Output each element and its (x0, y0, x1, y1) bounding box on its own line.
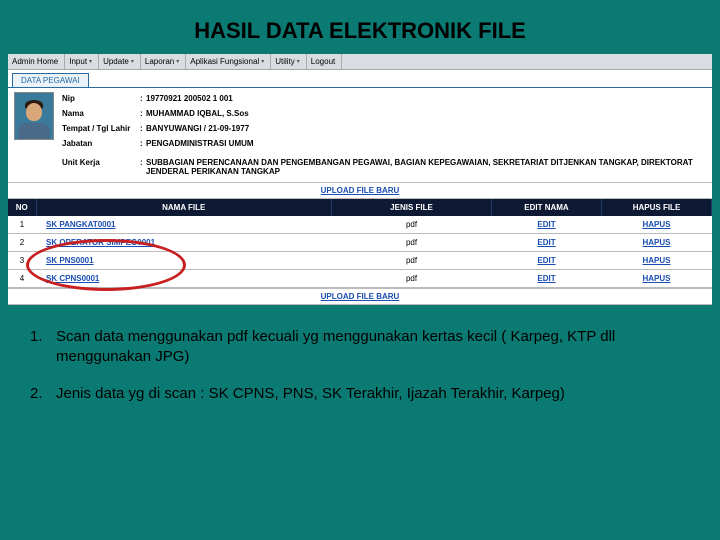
label-unit-kerja: Unit Kerja (62, 158, 140, 176)
slide-title: HASIL DATA ELEKTRONIK FILE (0, 0, 720, 54)
th-no: NO (8, 199, 36, 216)
cell-no: 1 (8, 216, 36, 234)
cell-jenis-file: pdf (332, 252, 492, 270)
chevron-down-icon: ▾ (176, 58, 179, 65)
chevron-down-icon: ▾ (131, 58, 134, 65)
avatar (14, 92, 54, 140)
chevron-down-icon: ▾ (297, 58, 300, 65)
upload-file-bar-top: UPLOAD FILE BARU (8, 182, 712, 199)
note-number: 1. (30, 327, 48, 368)
tab-data-pegawai[interactable]: DATA PEGAWAI (12, 73, 89, 87)
table-row: 3 SK PNS0001 pdf EDIT HAPUS (8, 252, 712, 270)
value-jabatan: PENGADMINISTRASI UMUM (146, 139, 706, 148)
slide-notes: 1. Scan data menggunakan pdf kecuali yg … (0, 305, 720, 404)
cell-hapus: HAPUS (602, 270, 712, 288)
value-ttl: BANYUWANGI / 21-09-1977 (146, 124, 706, 133)
note-number: 2. (30, 384, 48, 404)
cell-edit: EDIT (492, 270, 602, 288)
menu-label: Aplikasi Fungsional (190, 57, 259, 66)
menu-utility[interactable]: Utility▾ (271, 54, 307, 69)
table-row: 4 SK CPNS0001 pdf EDIT HAPUS (8, 270, 712, 288)
cell-edit: EDIT (492, 234, 602, 252)
upload-file-bar-bottom: UPLOAD FILE BARU (8, 288, 712, 305)
cell-no: 3 (8, 252, 36, 270)
note-item: 2. Jenis data yg di scan : SK CPNS, PNS,… (30, 384, 690, 404)
table-row: 2 SK OPERATOR SIMPEG0001 pdf EDIT HAPUS (8, 234, 712, 252)
cell-no: 4 (8, 270, 36, 288)
edit-link[interactable]: EDIT (537, 220, 555, 229)
edit-link[interactable]: EDIT (537, 274, 555, 283)
cell-hapus: HAPUS (602, 252, 712, 270)
employee-info-block: Nip:19770921 200502 1 001 Nama:MUHAMMAD … (8, 88, 712, 150)
menu-label: Logout (311, 57, 335, 66)
table-row: 1 SK PANGKAT0001 pdf EDIT HAPUS (8, 216, 712, 234)
menu-logout[interactable]: Logout (307, 54, 342, 69)
th-hapus-file: HAPUS FILE (602, 199, 712, 216)
cell-hapus: HAPUS (602, 216, 712, 234)
file-link[interactable]: SK CPNS0001 (46, 274, 99, 283)
note-text: Scan data menggunakan pdf kecuali yg men… (56, 327, 690, 368)
value-nama: MUHAMMAD IQBAL, S.Sos (146, 109, 706, 118)
menubar: Admin Home Input▾ Update▾ Laporan▾ Aplik… (8, 54, 712, 70)
file-link[interactable]: SK PNS0001 (46, 256, 94, 265)
label-jabatan: Jabatan (62, 139, 140, 148)
menu-admin-home[interactable]: Admin Home (8, 54, 65, 69)
hapus-link[interactable]: HAPUS (642, 256, 670, 265)
cell-edit: EDIT (492, 252, 602, 270)
menu-label: Admin Home (12, 57, 58, 66)
upload-file-link[interactable]: UPLOAD FILE BARU (321, 186, 400, 195)
cell-edit: EDIT (492, 216, 602, 234)
hapus-link[interactable]: HAPUS (642, 220, 670, 229)
th-nama-file: NAMA FILE (36, 199, 332, 216)
cell-nama-file: SK PANGKAT0001 (36, 216, 332, 234)
file-table: NO NAMA FILE JENIS FILE EDIT NAMA HAPUS … (8, 199, 712, 288)
hapus-link[interactable]: HAPUS (642, 238, 670, 247)
label-nip: Nip (62, 94, 140, 103)
note-text: Jenis data yg di scan : SK CPNS, PNS, SK… (56, 384, 565, 404)
cell-nama-file: SK OPERATOR SIMPEG0001 (36, 234, 332, 252)
edit-link[interactable]: EDIT (537, 256, 555, 265)
menu-label: Update (103, 57, 129, 66)
menu-label: Input (69, 57, 87, 66)
edit-link[interactable]: EDIT (537, 238, 555, 247)
value-unit-kerja: SUBBAGIAN PERENCANAAN DAN PENGEMBANGAN P… (146, 158, 706, 176)
file-link[interactable]: SK PANGKAT0001 (46, 220, 116, 229)
note-item: 1. Scan data menggunakan pdf kecuali yg … (30, 327, 690, 368)
cell-nama-file: SK PNS0001 (36, 252, 332, 270)
label-ttl: Tempat / Tgl Lahir (62, 124, 140, 133)
cell-no: 2 (8, 234, 36, 252)
cell-jenis-file: pdf (332, 216, 492, 234)
upload-file-link[interactable]: UPLOAD FILE BARU (321, 292, 400, 301)
tab-strip: DATA PEGAWAI (8, 70, 712, 88)
cell-nama-file: SK CPNS0001 (36, 270, 332, 288)
th-edit-nama: EDIT NAMA (492, 199, 602, 216)
menu-update[interactable]: Update▾ (99, 54, 141, 69)
label-nama: Nama (62, 109, 140, 118)
cell-jenis-file: pdf (332, 270, 492, 288)
file-link[interactable]: SK OPERATOR SIMPEG0001 (46, 238, 155, 247)
menu-label: Laporan (145, 57, 174, 66)
th-jenis-file: JENIS FILE (332, 199, 492, 216)
menu-label: Utility (275, 57, 295, 66)
chevron-down-icon: ▾ (89, 58, 92, 65)
menu-laporan[interactable]: Laporan▾ (141, 54, 186, 69)
hapus-link[interactable]: HAPUS (642, 274, 670, 283)
app-screenshot-panel: Admin Home Input▾ Update▾ Laporan▾ Aplik… (8, 54, 712, 305)
value-nip: 19770921 200502 1 001 (146, 94, 706, 103)
menu-aplikasi-fungsional[interactable]: Aplikasi Fungsional▾ (186, 54, 271, 69)
menu-input[interactable]: Input▾ (65, 54, 99, 69)
chevron-down-icon: ▾ (261, 58, 264, 65)
cell-hapus: HAPUS (602, 234, 712, 252)
cell-jenis-file: pdf (332, 234, 492, 252)
